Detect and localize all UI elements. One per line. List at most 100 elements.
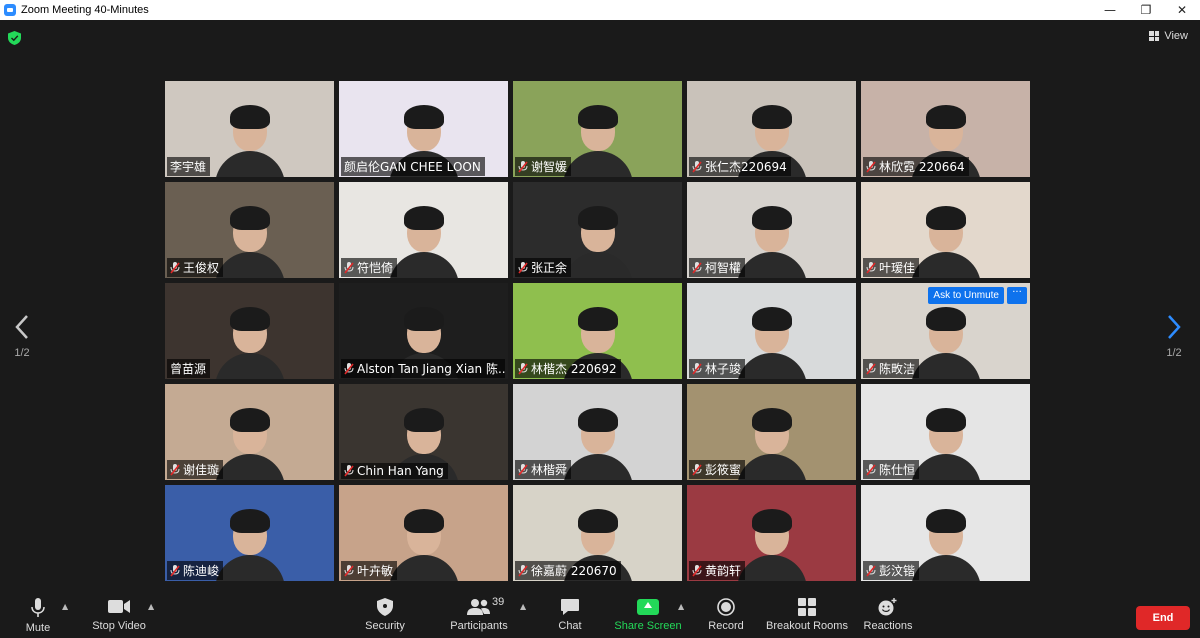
grid-view-icon [1149,31,1160,41]
participant-name: 颜启伦GAN CHEE LOON [344,160,481,174]
participant-video-tile[interactable]: 叶瑷佳 [861,182,1030,278]
security-button[interactable]: Security [362,598,408,632]
meeting-area: View 1/2 1/2 李宇雄 颜启伦GAN CHEE LOON 谢智媛 张仁杰22… [0,20,1200,594]
share-options-chevron-icon[interactable]: ▲ [678,602,684,611]
participants-label: Participants [450,620,508,632]
participant-name: 林楷舜 [531,463,568,477]
share-screen-icon [637,599,659,615]
participant-video-tile[interactable]: 王俊权 [165,182,334,278]
participant-name: 林欣霓 220664 [879,160,965,174]
muted-microphone-icon [170,564,180,576]
participant-name-label: 徐嘉蔚 220670 [515,561,621,580]
participant-video-tile[interactable]: 林子竣 [687,283,856,379]
participants-button[interactable]: 39 Participants [448,596,510,632]
zoom-app-icon [4,4,16,16]
participant-video-tile[interactable]: 叶卉敏 [339,485,508,581]
participants-icon [467,599,490,615]
muted-microphone-icon [692,564,702,576]
muted-microphone-icon [170,463,180,475]
participant-name: 曾苗源 [170,362,207,376]
muted-microphone-icon [692,463,702,475]
participant-name-label: 颜启伦GAN CHEE LOON [341,157,485,176]
participant-name-label: 符恺倚 [341,258,398,277]
participant-video-tile[interactable]: 颜启伦GAN CHEE LOON [339,81,508,177]
stop-video-button[interactable]: Stop Video [88,598,150,632]
muted-microphone-icon [866,564,876,576]
participant-name: 符恺倚 [357,261,394,275]
participant-name-label: 彭汶锴 [863,561,920,580]
participant-video-tile[interactable]: 林楷舜 [513,384,682,480]
participant-video-tile[interactable]: 陈仕恒 [861,384,1030,480]
window-title: Zoom Meeting 40-Minutes [21,4,149,16]
participant-video-tile[interactable]: 张仁杰220694 [687,81,856,177]
shield-icon[interactable] [8,31,21,45]
muted-microphone-icon [692,160,702,172]
share-screen-button[interactable]: Share Screen [614,598,682,632]
participant-video-tile[interactable]: 李宇雄 [165,81,334,177]
minimize-button[interactable]: — [1092,0,1128,20]
participant-name-label: 叶卉敏 [341,561,398,580]
more-options-button[interactable]: ··· [1007,287,1027,304]
participant-video-feed [910,303,981,379]
maximize-button[interactable]: ❐ [1128,0,1164,20]
participant-video-tile[interactable]: 黄韵轩 [687,485,856,581]
participant-video-tile[interactable]: 谢佳璇 [165,384,334,480]
participants-options-chevron-icon[interactable]: ▲ [520,602,526,611]
record-button[interactable]: Record [706,598,746,632]
security-shield-icon [377,598,393,616]
participant-video-feed [562,101,633,177]
participant-video-tile[interactable]: Alston Tan Jiang Xian 陈... [339,283,508,379]
video-options-chevron-icon[interactable]: ▲ [148,602,154,611]
breakout-rooms-button[interactable]: Breakout Rooms [766,598,848,632]
meeting-toolbar: Mute ▲ Stop Video ▲ Security 39 Particip… [0,594,1200,638]
video-camera-icon [108,600,130,613]
breakout-rooms-label: Breakout Rooms [766,620,848,632]
previous-page-button[interactable]: 1/2 [10,315,34,359]
participant-video-tile[interactable]: 符恺倚 [339,182,508,278]
participant-name: 张仁杰220694 [705,160,787,174]
participant-video-tile[interactable]: 林欣霓 220664 [861,81,1030,177]
participant-video-tile[interactable]: 谢智媛 [513,81,682,177]
close-button[interactable]: ✕ [1164,0,1200,20]
microphone-icon [31,598,45,617]
stop-video-label: Stop Video [92,620,146,632]
participant-video-tile[interactable]: 陈畋洁 Ask to Unmute ··· [861,283,1030,379]
participant-video-tile[interactable]: 柯智權 [687,182,856,278]
mute-label: Mute [25,622,51,634]
participant-name-label: 叶瑷佳 [863,258,920,277]
participant-video-tile[interactable]: 张正余 [513,182,682,278]
muted-microphone-icon [518,160,528,172]
participant-name: 陈仕恒 [879,463,916,477]
participant-name: 李宇雄 [170,160,207,174]
mute-button[interactable]: Mute [22,598,54,634]
end-meeting-button[interactable]: End [1136,606,1190,630]
participant-video-feed [562,202,633,278]
participant-video-tile[interactable]: 彭汶锴 [861,485,1030,581]
mute-options-chevron-icon[interactable]: ▲ [62,602,68,611]
participant-name-label: 谢佳璇 [167,460,224,479]
muted-microphone-icon [518,564,528,576]
participant-video-feed [214,303,285,379]
participant-video-tile[interactable]: 曾苗源 [165,283,334,379]
participant-name-label: 林楷舜 [515,460,572,479]
participant-video-tile[interactable]: Chin Han Yang [339,384,508,480]
participant-name-label: 柯智權 [689,258,746,277]
muted-microphone-icon [344,261,354,273]
participant-video-tile[interactable]: 徐嘉蔚 220670 [513,485,682,581]
participant-name-label: 陈畋洁 [863,359,920,378]
reactions-button[interactable]: Reactions [862,598,914,632]
participant-video-tile[interactable]: 陈迪峻 [165,485,334,581]
participant-name-label: 李宇雄 [167,157,211,176]
reactions-label: Reactions [863,620,913,632]
participant-video-feed [736,202,807,278]
participant-video-tile[interactable]: 彭筱蜜 [687,384,856,480]
chat-button[interactable]: Chat [554,598,586,632]
muted-microphone-icon [518,463,528,475]
participant-name-label: 彭筱蜜 [689,460,746,479]
muted-microphone-icon [518,362,528,374]
ask-to-unmute-button[interactable]: Ask to Unmute [928,287,1004,304]
next-page-button[interactable]: 1/2 [1162,315,1186,359]
participant-name-label: 林楷杰 220692 [515,359,621,378]
participant-video-tile[interactable]: 林楷杰 220692 [513,283,682,379]
view-button[interactable]: View [1149,30,1188,42]
